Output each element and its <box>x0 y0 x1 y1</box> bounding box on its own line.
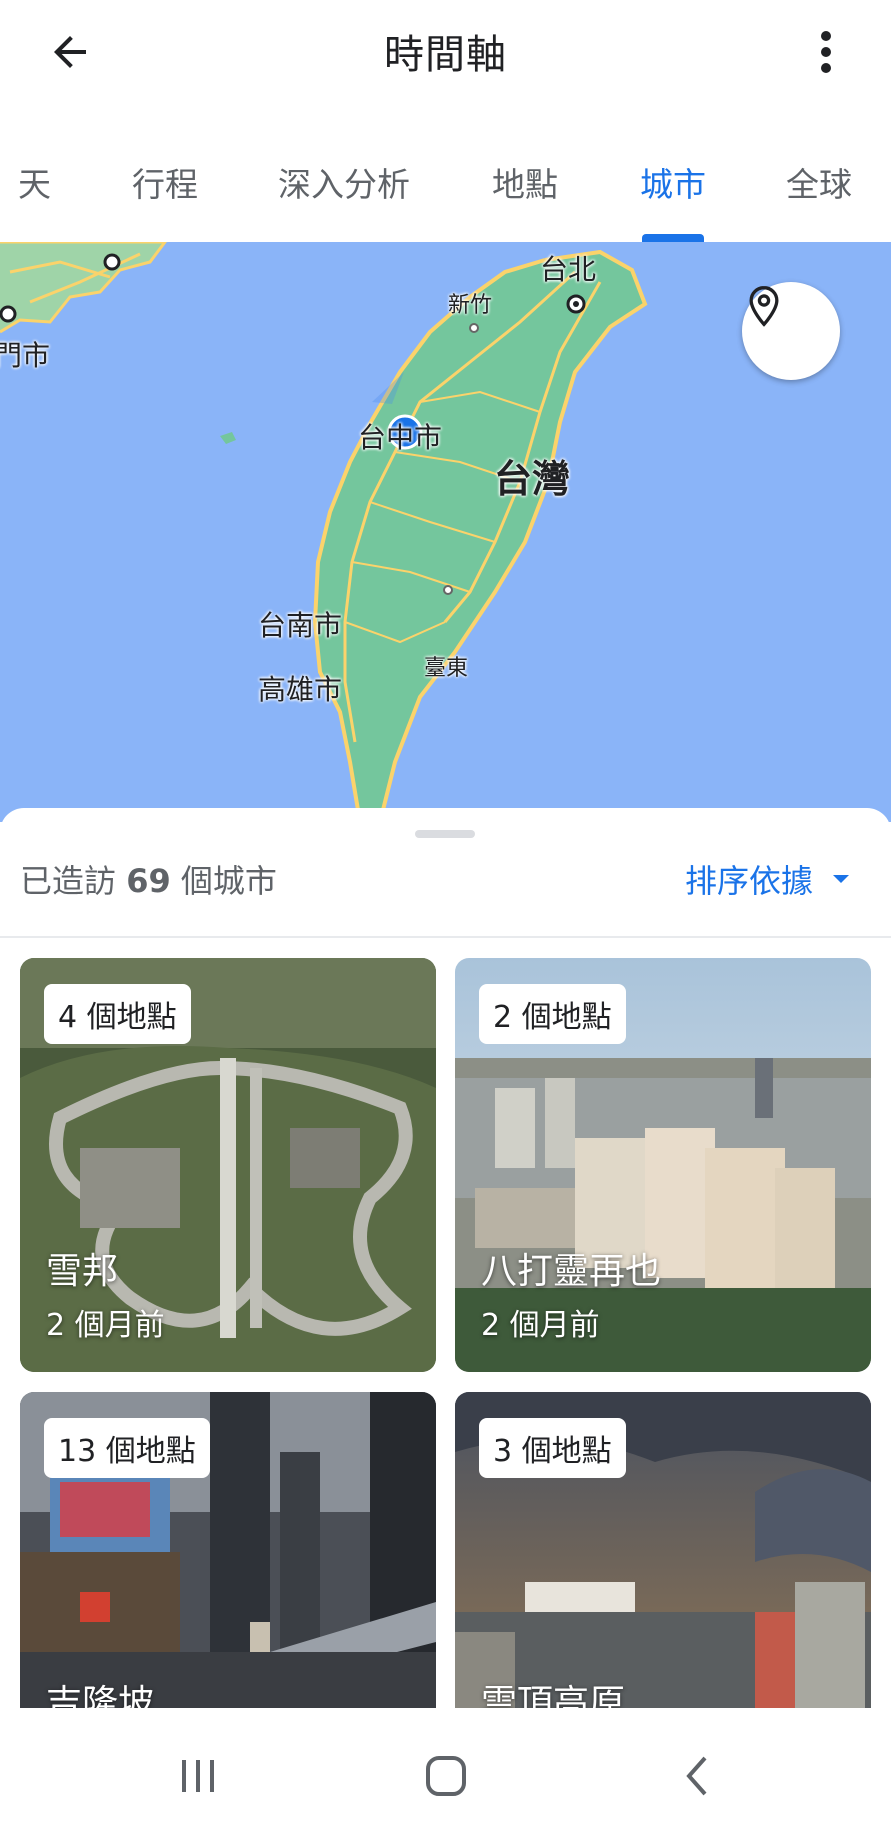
home-icon <box>426 1756 466 1796</box>
drag-handle[interactable] <box>415 830 475 838</box>
city-card[interactable]: 13 個地點 吉隆坡 <box>20 1392 436 1708</box>
map-label-taiwan: 台灣 <box>494 457 571 501</box>
recents-button[interactable] <box>158 1746 238 1806</box>
map-view[interactable]: 台北 新竹 台中市 台灣 台南市 高雄市 臺東 門市 <box>0 242 891 822</box>
place-count-badge: 4 個地點 <box>44 984 191 1044</box>
city-name: 雪邦 <box>46 1251 119 1292</box>
place-count-badge: 13 個地點 <box>44 1418 210 1478</box>
sort-button[interactable]: 排序依據 <box>685 856 851 902</box>
nav-back-button[interactable] <box>656 1746 736 1806</box>
more-options-button[interactable] <box>801 22 851 82</box>
sort-label: 排序依據 <box>684 862 813 900</box>
city-card[interactable]: 4 個地點 雪邦 2 個月前 <box>20 958 436 1372</box>
map-label-kaohsiung: 高雄市 <box>258 673 343 706</box>
visited-suffix: 個城市 <box>180 862 277 900</box>
city-name: 八打靈再也 <box>481 1251 662 1292</box>
visited-prefix: 已造訪 <box>20 862 117 900</box>
page-title: 時間軸 <box>384 32 507 78</box>
tab-day[interactable]: 天 <box>18 158 51 206</box>
dropdown-arrow-icon <box>833 875 849 883</box>
more-vert-icon <box>821 31 831 73</box>
visited-count: 69 <box>126 862 171 900</box>
map-label-taitung: 臺東 <box>424 656 469 681</box>
city-card[interactable]: 2 個地點 八打靈再也 2 個月前 <box>455 958 871 1372</box>
tab-world[interactable]: 全球 <box>786 158 852 206</box>
locate-button[interactable] <box>742 282 840 380</box>
nav-back-icon <box>686 1756 707 1796</box>
city-name: 雲頂高原 <box>481 1683 626 1708</box>
tab-cities[interactable]: 城市 <box>640 158 706 206</box>
active-tab-indicator <box>642 234 704 242</box>
place-count-badge: 2 個地點 <box>479 984 626 1044</box>
tab-insights[interactable]: 深入分析 <box>278 158 410 206</box>
place-count-badge: 3 個地點 <box>479 1418 626 1478</box>
tab-bar: 天 行程 深入分析 地點 城市 全球 <box>0 148 891 244</box>
divider <box>0 936 891 938</box>
tab-trips[interactable]: 行程 <box>132 158 198 206</box>
map-label-taipei: 台北 <box>540 253 597 286</box>
top-app-bar: 時間軸 <box>0 0 891 110</box>
system-nav-bar <box>0 1716 891 1836</box>
home-button[interactable] <box>406 1746 486 1806</box>
location-pin-icon <box>749 286 779 327</box>
visit-time: 2 個月前 <box>46 1308 165 1343</box>
map-label-hsinchu: 新竹 <box>448 293 493 318</box>
city-card[interactable]: 3 個地點 雲頂高原 <box>455 1392 871 1708</box>
map-label-xiamen: 門市 <box>0 339 51 372</box>
map-label-taichung: 台中市 <box>358 421 443 454</box>
visited-count-text: 已造訪 69 個城市 <box>20 856 277 902</box>
map-label-tainan: 台南市 <box>258 609 343 642</box>
recents-icon <box>182 1760 214 1792</box>
visit-time: 2 個月前 <box>481 1308 600 1343</box>
cities-sheet: 已造訪 69 個城市 排序依據 4 個地點 雪邦 2 個月前 2 個地點 八打靈… <box>0 808 891 1708</box>
tab-places[interactable]: 地點 <box>492 158 558 206</box>
city-name: 吉隆坡 <box>46 1683 155 1708</box>
